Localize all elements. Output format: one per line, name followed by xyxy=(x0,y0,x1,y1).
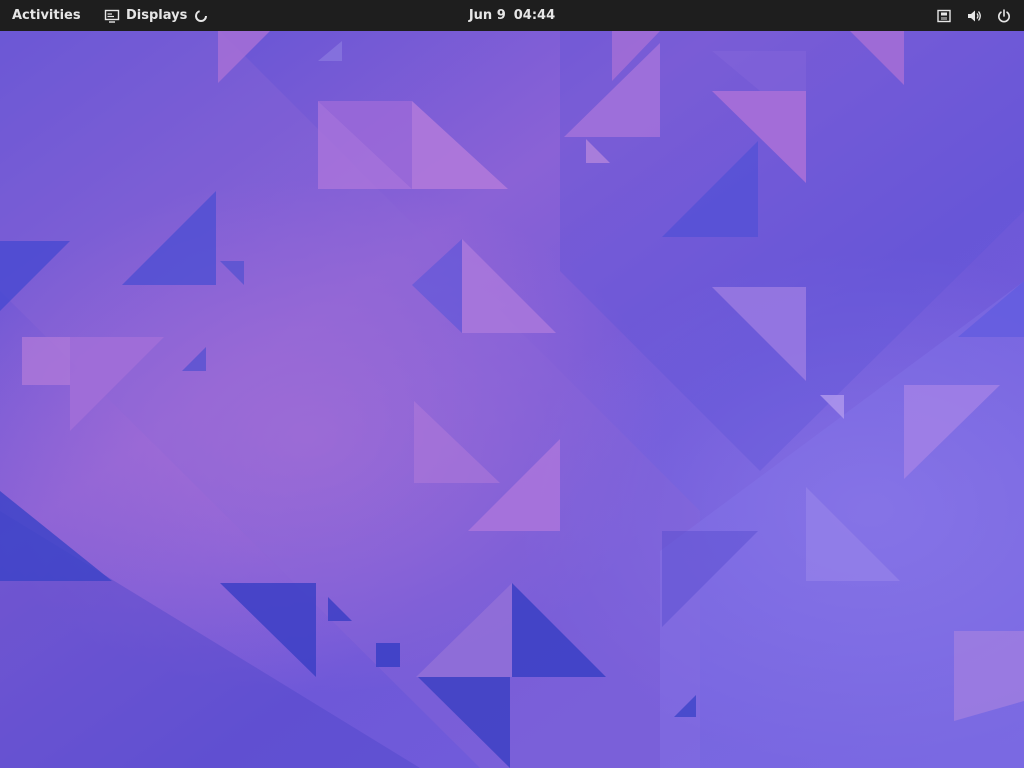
spinner-icon xyxy=(193,8,209,24)
top-bar: Activities Displays Jun 9 04:44 xyxy=(0,0,1024,31)
activities-button[interactable]: Activities xyxy=(0,0,93,31)
clock-time: 04:44 xyxy=(513,8,556,23)
desktop-wallpaper xyxy=(0,31,1024,768)
power-icon xyxy=(996,8,1012,24)
clock-date: Jun 9 xyxy=(468,8,506,23)
clock-button[interactable]: Jun 9 04:44 xyxy=(442,0,582,31)
activities-label: Activities xyxy=(12,8,81,23)
app-menu-label: Displays xyxy=(126,8,188,23)
network-wired-icon xyxy=(936,8,952,24)
app-menu-button[interactable]: Displays xyxy=(98,0,215,31)
display-settings-icon xyxy=(104,8,120,24)
system-status-menu[interactable] xyxy=(936,0,1012,31)
volume-icon xyxy=(966,8,982,24)
desktop: Activities Displays Jun 9 04:44 xyxy=(0,0,1024,768)
